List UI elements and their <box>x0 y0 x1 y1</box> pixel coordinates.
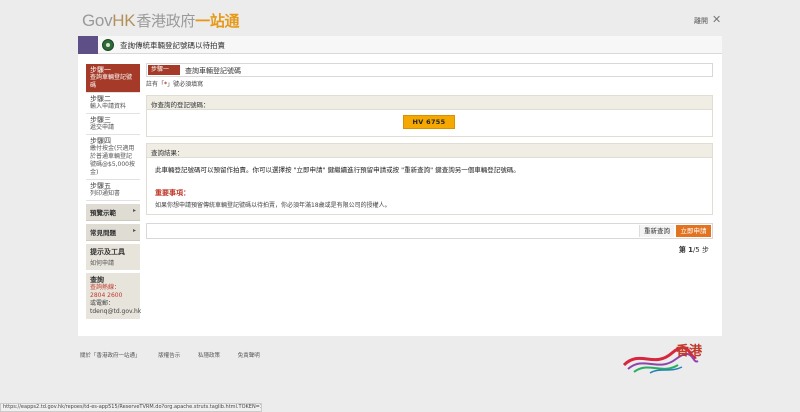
chevron-right-icon: ▸ <box>132 207 136 214</box>
step-label: 步驟五 <box>90 182 111 190</box>
sidebar-step-3: 步驟三 遞交申請 <box>86 114 140 135</box>
sidebar: 步驟一 查詢車輛登記號碼 步驟二 輸入申請資料 步驟三 遞交申請 步驟四 繳付按… <box>86 64 141 319</box>
footer-link-about[interactable]: 關於「香港政府一站通」 <box>80 353 141 359</box>
demo-link[interactable]: 預覽示範 ▸ <box>86 204 140 221</box>
result-panel: 查詢結果： 此車輛登記號碼可以預留作拍賣。你可以選擇按 "立即申請" 鍵繼續進行… <box>146 143 713 215</box>
footer-links: 關於「香港政府一站通」 版權告示 私隱政策 免責聲明 <box>80 351 276 359</box>
close-icon[interactable]: ✕ <box>712 13 721 26</box>
enquired-heading: 你查詢的登記號碼： <box>147 96 712 110</box>
step-pagination: 第 1/5 步 <box>146 245 713 255</box>
step-label: 步驟三 <box>90 116 111 124</box>
faq-link[interactable]: 常見問題 ▸ <box>86 224 140 241</box>
footer-link-disclaimer[interactable]: 免責聲明 <box>238 353 260 359</box>
email-label: 或電郵： <box>90 300 115 307</box>
page-title: 查詢傳統車輛登記號碼以待拍賣 <box>120 41 225 50</box>
step-label: 步驟四 <box>90 137 111 145</box>
step-sub: 輸入申請資料 <box>90 103 127 110</box>
footer-link-copyright[interactable]: 版權告示 <box>158 353 180 359</box>
important-heading: 重要事項： <box>155 189 190 197</box>
logo-cn2-text: 一站通 <box>195 13 240 30</box>
result-message: 此車輛登記號碼可以預留作拍賣。你可以選擇按 "立即申請" 鍵繼續進行預留申請或按… <box>155 166 520 174</box>
service-title-bar: 查詢傳統車輛登記號碼以待拍賣 <box>78 36 722 54</box>
step-tag: 步驟一 <box>148 65 180 75</box>
logo-gov-text: Gov <box>82 11 113 30</box>
step-label: 步驟二 <box>90 95 111 103</box>
sidebar-step-1: 步驟一 查詢車輛登記號碼 <box>86 64 140 93</box>
logo-hk-text: HK <box>112 11 136 30</box>
brand-text: 香港 <box>675 343 703 359</box>
main-card: 查詢傳統車輛登記號碼以待拍賣 步驟一 查詢車輛登記號碼 步驟二 輸入申請資料 步… <box>78 36 722 336</box>
demo-label: 預覽示範 <box>90 209 116 217</box>
browser-status-bar: https://eapps2.td.gov.hk/repoes/td-es-ap… <box>0 403 262 412</box>
action-bar: 重新查詢 立即申請 <box>146 223 713 239</box>
brand-hong-kong-logo: 香港 <box>622 343 703 374</box>
hotline-label: 查詢熱線： <box>90 284 121 291</box>
tools-heading: 提示及工具 <box>90 248 125 256</box>
sidebar-step-2: 步驟二 輸入申請資料 <box>86 93 140 114</box>
registration-plate: HV 6755 <box>403 115 455 129</box>
mandatory-note: 註有「*」號必須填寫 <box>146 79 713 89</box>
sidebar-step-4: 步驟四 繳付按金(只適用於普通車輛登記號碼@$5,000按金) <box>86 135 140 180</box>
email-link[interactable]: tdenq@td.gov.hk <box>90 308 141 316</box>
step-label: 步驟一 <box>90 66 111 74</box>
enquiry-box: 查詢 查詢熱線： 2804 2600 或電郵： tdenq@td.gov.hk <box>86 273 141 319</box>
govhk-logo[interactable]: GovHK香港政府一站通 <box>82 10 240 31</box>
page-total: /5 <box>692 246 700 254</box>
faq-label: 常見問題 <box>90 229 116 237</box>
footer-link-privacy[interactable]: 私隱政策 <box>198 353 220 359</box>
enquired-number-panel: 你查詢的登記號碼： HV 6755 <box>146 95 713 137</box>
enquiry-heading: 查詢 <box>90 276 104 284</box>
td-emblem-icon <box>102 39 114 51</box>
main-content: 步驟一 查詢車輛登記號碼 註有「*」號必須填寫 你查詢的登記號碼： HV 675… <box>146 63 713 255</box>
step-title: 查詢車輛登記號碼 <box>185 67 241 75</box>
apply-now-button[interactable]: 立即申請 <box>676 225 711 237</box>
mandatory-post: 」號必須填寫 <box>167 81 204 88</box>
how-to-apply-link[interactable]: 如何申請 <box>90 258 136 267</box>
result-heading: 查詢結果： <box>147 144 712 158</box>
plate-area: HV 6755 <box>147 110 712 136</box>
step-sub: 繳付按金(只適用於普通車輛登記號碼@$5,000按金) <box>90 145 135 176</box>
step-sub: 列印通知書 <box>90 190 121 197</box>
brand-strip <box>78 36 98 54</box>
exit-link[interactable]: 離開 <box>694 16 708 26</box>
page-pre: 第 <box>678 246 686 254</box>
mandatory-pre: 註有「 <box>146 81 165 88</box>
tips-tools-box: 提示及工具 如何申請 <box>86 244 140 270</box>
page-post: 步 <box>702 246 709 254</box>
result-body: 此車輛登記號碼可以預留作拍賣。你可以選擇按 "立即申請" 鍵繼續進行預留申請或按… <box>147 158 712 214</box>
hotline-number: 2804 2600 <box>90 292 123 299</box>
logo-cn-text: 香港政府 <box>136 13 196 30</box>
requery-button[interactable]: 重新查詢 <box>639 225 674 237</box>
step-sub: 遞交申請 <box>90 124 115 131</box>
step-header: 步驟一 查詢車輛登記號碼 <box>146 63 713 77</box>
step-sub: 查詢車輛登記號碼 <box>90 74 133 89</box>
chevron-right-icon: ▸ <box>132 227 136 234</box>
top-bar: GovHK香港政府一站通 離開 ✕ <box>0 0 800 36</box>
important-note: 如果你想申請預留傳統車輛登記號碼以待拍賣，你必須年滿18歲或是有限公司的授權人。 <box>155 202 391 209</box>
sidebar-step-5: 步驟五 列印通知書 <box>86 180 140 201</box>
